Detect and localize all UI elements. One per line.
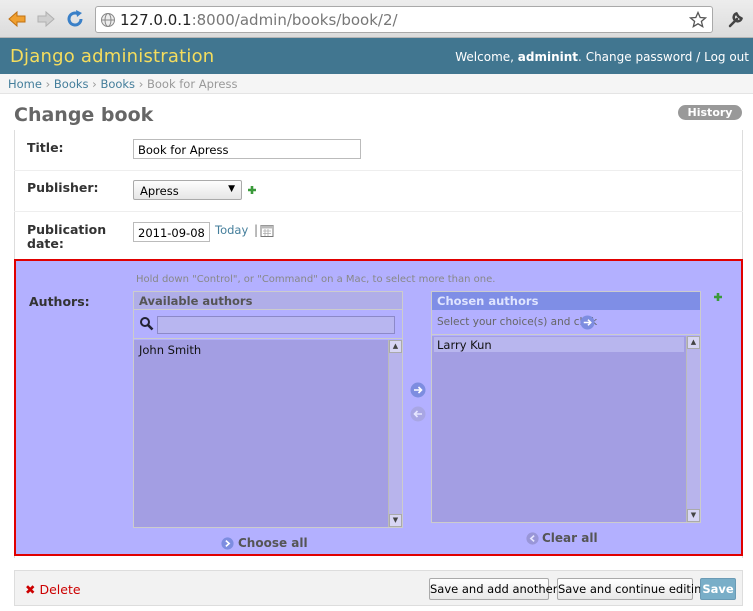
breadcrumb-separator: ›: [135, 77, 147, 91]
form-row-title: Title: Book for Apress: [14, 130, 743, 171]
authors-field-highlight: Authors: Hold down "Control", or "Comman…: [14, 259, 743, 556]
publisher-selected-value: Apress: [140, 184, 179, 198]
breadcrumb-separator: ›: [88, 77, 101, 91]
chosen-author-option[interactable]: Larry Kun: [434, 337, 684, 352]
reload-icon[interactable]: [64, 8, 86, 30]
date-shortcut-separator: |: [254, 223, 259, 237]
available-authors-panel: Available authors John Smith ▲ ▼: [133, 291, 403, 528]
save-and-continue-button[interactable]: Save and continue editing: [557, 578, 709, 600]
chosen-authors-panel: Chosen authors Select your choice(s) and…: [431, 291, 701, 523]
authors-help-text: Hold down "Control", or "Command" on a M…: [136, 274, 496, 285]
available-authors-list[interactable]: John Smith ▲ ▼: [134, 340, 402, 527]
forward-icon[interactable]: [35, 8, 57, 30]
authors-label: Authors:: [29, 294, 90, 309]
publication-date-label: Publication date:: [27, 223, 106, 251]
breadcrumb: Home › Books › Books › Book for Apress: [0, 74, 753, 94]
save-button[interactable]: Save: [700, 578, 736, 600]
url-text: 127.0.0.1:8000/admin/books/book/2/: [120, 11, 398, 29]
delete-link[interactable]: ✖ Delete: [25, 582, 81, 597]
dropdown-arrow-icon: ▼: [228, 184, 235, 194]
publication-date-label-line1: Publication: [27, 222, 107, 237]
publication-date-input[interactable]: 2011-09-08: [133, 222, 210, 242]
scroll-up-icon[interactable]: ▲: [389, 340, 402, 353]
address-bar[interactable]: 127.0.0.1:8000/admin/books/book/2/: [95, 6, 713, 33]
delete-label[interactable]: Delete: [39, 582, 80, 597]
title-label: Title:: [27, 140, 64, 155]
scroll-down-icon[interactable]: ▼: [389, 514, 402, 527]
url-host: 127.0.0.1: [120, 11, 192, 29]
chosen-authors-scrollbar[interactable]: ▲ ▼: [686, 336, 700, 522]
username: adminint: [517, 50, 579, 64]
breadcrumb-books-model[interactable]: Books: [100, 77, 135, 91]
add-selected-arrow-icon[interactable]: [410, 382, 426, 398]
choose-all-icon[interactable]: [221, 537, 234, 550]
choose-all-label[interactable]: Choose all: [238, 536, 308, 550]
history-button[interactable]: History: [678, 105, 742, 120]
chosen-authors-hint: Select your choice(s) and click: [437, 316, 598, 328]
user-tools: Welcome, adminint. Change password / Log…: [455, 50, 749, 64]
available-author-option[interactable]: John Smith: [136, 342, 204, 357]
available-authors-search-input[interactable]: [157, 316, 395, 334]
browser-toolbar: 127.0.0.1:8000/admin/books/book/2/: [0, 0, 753, 38]
chosen-authors-title: Chosen authors: [432, 292, 700, 310]
publication-date-label-line2: date:: [27, 236, 64, 251]
page-title: Change book: [14, 104, 154, 126]
chosen-authors-hint-row: Select your choice(s) and click: [432, 310, 700, 335]
remove-selected-arrow-icon[interactable]: [410, 406, 426, 422]
admin-header: Django administration Welcome, adminint.…: [0, 38, 753, 74]
today-link[interactable]: Today: [215, 223, 248, 237]
user-tools-separator: /: [692, 50, 705, 64]
url-path: :8000/admin/books/book/2/: [191, 11, 398, 29]
add-hint-arrow-icon: [580, 315, 595, 330]
publisher-select[interactable]: Apress ▼: [133, 180, 242, 200]
search-icon: [140, 317, 154, 331]
chosen-authors-list[interactable]: Larry Kun ▲ ▼: [432, 336, 700, 522]
scroll-down-icon[interactable]: ▼: [687, 509, 700, 522]
wrench-icon[interactable]: [726, 9, 746, 29]
breadcrumb-current: Book for Apress: [146, 77, 238, 91]
available-authors-filter: [134, 310, 402, 339]
title-input[interactable]: Book for Apress: [133, 139, 361, 159]
publisher-label: Publisher:: [27, 180, 99, 195]
calendar-icon[interactable]: [260, 224, 274, 238]
save-and-add-another-button[interactable]: Save and add another: [429, 578, 557, 600]
add-publisher-plus-icon[interactable]: [247, 185, 257, 195]
delete-x-icon: ✖: [25, 582, 36, 597]
welcome-text: Welcome,: [455, 50, 518, 64]
form-row-publication-date: Publication date: 2011-09-08 Today |: [14, 212, 743, 259]
scroll-up-icon[interactable]: ▲: [687, 336, 700, 349]
add-author-plus-icon[interactable]: [713, 292, 723, 302]
breadcrumb-separator: ›: [41, 77, 54, 91]
breadcrumb-books-app[interactable]: Books: [54, 77, 89, 91]
submit-row: ✖ Delete Save and add another Save and co…: [14, 570, 743, 606]
logout-link[interactable]: Log out: [704, 50, 749, 64]
clear-all-icon[interactable]: [526, 532, 539, 545]
clear-all-label[interactable]: Clear all: [542, 531, 598, 545]
change-password-link[interactable]: Change password: [586, 50, 693, 64]
form-row-publisher: Publisher: Apress ▼: [14, 171, 743, 212]
bookmark-star-icon[interactable]: [689, 11, 707, 29]
breadcrumb-home[interactable]: Home: [8, 77, 42, 91]
globe-icon: [101, 13, 115, 27]
back-icon[interactable]: [6, 8, 28, 30]
site-branding[interactable]: Django administration: [10, 46, 214, 67]
available-authors-scrollbar[interactable]: ▲ ▼: [388, 340, 402, 527]
available-authors-title: Available authors: [134, 292, 402, 310]
